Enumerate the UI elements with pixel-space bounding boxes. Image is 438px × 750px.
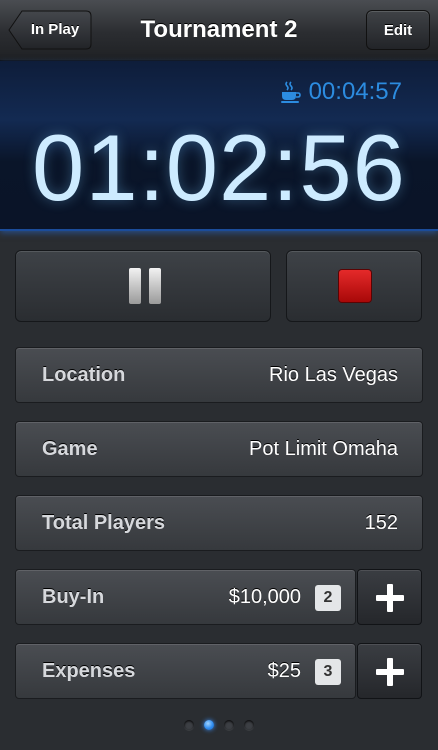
location-label: Location <box>42 364 126 386</box>
total-players-value: 152 <box>364 512 398 534</box>
total-players-row[interactable]: Total Players 152 <box>15 495 423 551</box>
plus-icon <box>376 584 404 612</box>
buy-in-count-badge: 2 <box>315 585 341 611</box>
page-indicator[interactable] <box>0 717 438 733</box>
stop-button[interactable] <box>286 250 422 322</box>
timer-display: 00:04:57 01:02:56 <box>0 61 438 231</box>
page-dot[interactable] <box>184 720 194 730</box>
elapsed-time: 01:02:56 <box>32 115 406 220</box>
add-buy-in-button[interactable] <box>357 569 422 625</box>
buy-in-row[interactable]: Buy-In $10,000 2 <box>15 569 356 625</box>
expenses-count-badge: 3 <box>315 659 341 685</box>
location-row[interactable]: Location Rio Las Vegas <box>15 347 423 403</box>
location-value: Rio Las Vegas <box>269 364 398 386</box>
expenses-row[interactable]: Expenses $25 3 <box>15 643 356 699</box>
coffee-cup-icon <box>280 81 301 103</box>
break-time: 00:04:57 <box>308 78 402 105</box>
pause-icon <box>129 268 161 304</box>
add-expense-button[interactable] <box>357 643 422 699</box>
expenses-value: $25 <box>267 660 301 682</box>
stop-icon <box>339 270 371 302</box>
game-label: Game <box>42 438 98 460</box>
pause-button[interactable] <box>15 250 271 322</box>
break-timer: 00:04:57 <box>279 77 402 107</box>
edit-button[interactable]: Edit <box>366 10 430 50</box>
page-dot[interactable] <box>224 720 234 730</box>
buy-in-value: $10,000 <box>228 586 301 608</box>
total-players-label: Total Players <box>42 512 166 534</box>
back-button[interactable]: In Play <box>8 10 92 50</box>
game-value: Pot Limit Omaha <box>249 438 398 460</box>
plus-icon <box>376 658 404 686</box>
navigation-bar: In Play Tournament 2 Edit <box>0 0 438 61</box>
buy-in-label: Buy-In <box>42 586 105 608</box>
page-dot-active[interactable] <box>204 720 214 730</box>
back-button-label: In Play <box>30 21 80 38</box>
page-title: Tournament 2 <box>140 16 298 43</box>
page-dot[interactable] <box>244 720 254 730</box>
game-row[interactable]: Game Pot Limit Omaha <box>15 421 423 477</box>
expenses-label: Expenses <box>42 660 136 682</box>
